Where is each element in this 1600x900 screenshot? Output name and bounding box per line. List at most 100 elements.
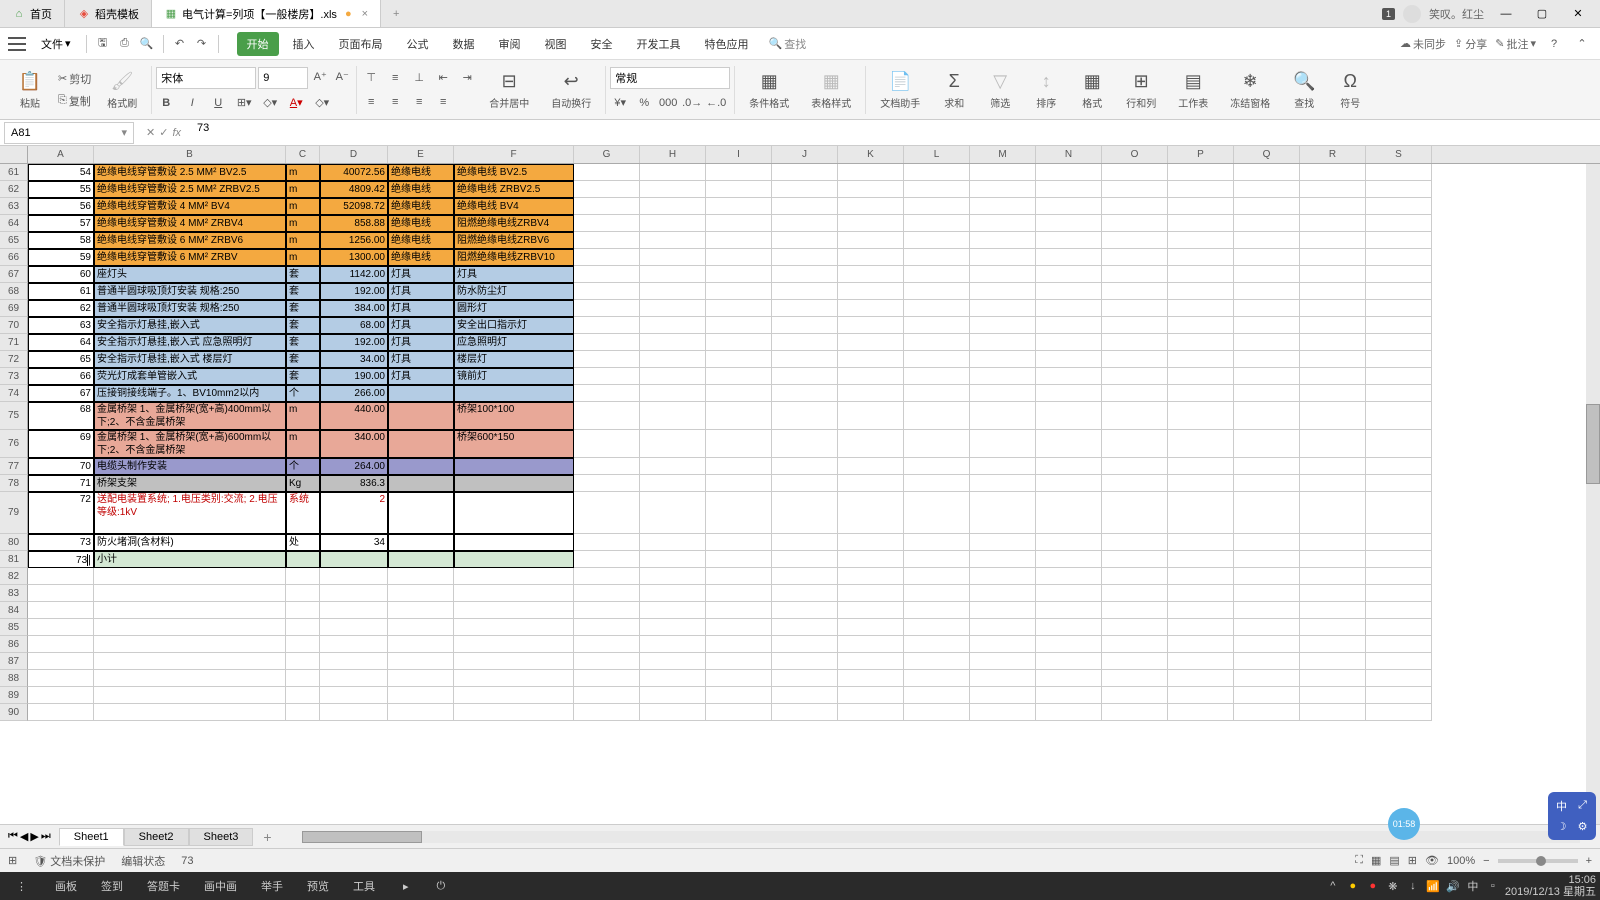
cell[interactable] <box>772 619 838 636</box>
cell[interactable] <box>28 670 94 687</box>
cell[interactable] <box>1036 602 1102 619</box>
rowcol-button[interactable]: ⊞行和列 <box>1122 67 1160 112</box>
cell[interactable]: 192.00 <box>320 283 388 300</box>
cell[interactable] <box>1300 334 1366 351</box>
cell[interactable]: 送配电装置系统; 1.电压类别:交流; 2.电压等级:1kV <box>94 492 286 534</box>
cell[interactable] <box>1234 198 1300 215</box>
cell[interactable] <box>1036 368 1102 385</box>
freeze-button[interactable]: ❄冻结窗格 <box>1226 67 1274 112</box>
cell[interactable]: 绝缘电线 <box>388 164 454 181</box>
cell[interactable] <box>838 636 904 653</box>
bb-item[interactable]: 举手 <box>249 874 295 898</box>
cell[interactable] <box>772 385 838 402</box>
cell[interactable] <box>574 568 640 585</box>
bb-power-icon[interactable]: ⏻ <box>425 876 458 897</box>
cell[interactable] <box>640 619 706 636</box>
cell[interactable] <box>904 636 970 653</box>
cell[interactable] <box>574 687 640 704</box>
cell[interactable] <box>1366 534 1432 551</box>
cell[interactable] <box>1036 670 1102 687</box>
cell[interactable] <box>388 585 454 602</box>
cell[interactable] <box>94 619 286 636</box>
cell[interactable] <box>574 317 640 334</box>
sheet-tab[interactable]: Sheet1 <box>59 828 124 846</box>
cell[interactable] <box>640 568 706 585</box>
minimize-button[interactable]: — <box>1492 4 1520 24</box>
cell[interactable] <box>574 619 640 636</box>
cell[interactable] <box>838 198 904 215</box>
cell[interactable] <box>1234 636 1300 653</box>
cell[interactable] <box>970 368 1036 385</box>
cell[interactable] <box>838 164 904 181</box>
cell[interactable] <box>1300 653 1366 670</box>
view-page-icon[interactable]: ▤ <box>1389 854 1399 867</box>
cell[interactable] <box>772 636 838 653</box>
cell[interactable]: 个 <box>286 458 320 475</box>
fx-icon[interactable]: fx <box>172 127 181 139</box>
cell[interactable] <box>1300 198 1366 215</box>
cell[interactable] <box>1234 232 1300 249</box>
cell[interactable] <box>1036 551 1102 568</box>
vertical-scrollbar[interactable] <box>1586 164 1600 824</box>
cell[interactable] <box>706 334 772 351</box>
cell[interactable] <box>904 602 970 619</box>
cell[interactable] <box>1036 198 1102 215</box>
row-header[interactable]: 80 <box>0 534 28 551</box>
cell[interactable] <box>772 402 838 430</box>
confirm-edit-icon[interactable]: ✓ <box>159 126 168 139</box>
cell[interactable] <box>1234 619 1300 636</box>
cell[interactable] <box>1366 492 1432 534</box>
cell[interactable] <box>94 568 286 585</box>
cell[interactable] <box>1168 704 1234 721</box>
cell[interactable] <box>1102 351 1168 368</box>
cell[interactable] <box>454 385 574 402</box>
cell[interactable] <box>574 368 640 385</box>
cell[interactable] <box>904 687 970 704</box>
cell[interactable] <box>320 551 388 568</box>
cell[interactable] <box>388 670 454 687</box>
cell[interactable] <box>1036 687 1102 704</box>
symbol-button[interactable]: Ω符号 <box>1334 67 1366 112</box>
col-header-E[interactable]: E <box>388 146 454 163</box>
cell[interactable] <box>28 636 94 653</box>
col-header-D[interactable]: D <box>320 146 388 163</box>
cell[interactable] <box>1036 653 1102 670</box>
cell[interactable] <box>970 283 1036 300</box>
sync-status[interactable]: ☁未同步 <box>1400 36 1446 52</box>
cell[interactable] <box>904 368 970 385</box>
bb-item[interactable]: 画板 <box>43 874 89 898</box>
cell[interactable] <box>706 215 772 232</box>
cell[interactable] <box>1036 232 1102 249</box>
increase-font-icon[interactable]: A⁺ <box>310 67 330 87</box>
align-top-icon[interactable]: ⊤ <box>361 68 381 88</box>
cell[interactable]: 1142.00 <box>320 266 388 283</box>
cell[interactable]: 绝缘电线穿管敷设 4 MM² BV4 <box>94 198 286 215</box>
cell[interactable] <box>1366 164 1432 181</box>
cancel-edit-icon[interactable]: ✕ <box>146 126 155 139</box>
cell[interactable] <box>904 568 970 585</box>
cell[interactable] <box>970 568 1036 585</box>
cell[interactable]: 52098.72 <box>320 198 388 215</box>
cell[interactable]: m <box>286 198 320 215</box>
cell[interactable] <box>838 670 904 687</box>
cell[interactable] <box>904 402 970 430</box>
cell[interactable] <box>1036 266 1102 283</box>
cell[interactable] <box>1102 283 1168 300</box>
cell[interactable] <box>1300 619 1366 636</box>
cell[interactable] <box>1300 568 1366 585</box>
cell[interactable] <box>640 181 706 198</box>
cell[interactable] <box>838 534 904 551</box>
cell[interactable]: 个 <box>286 385 320 402</box>
file-menu[interactable]: 文件▾ <box>32 31 80 57</box>
cell[interactable] <box>1234 430 1300 458</box>
cell[interactable] <box>706 475 772 492</box>
cell[interactable]: 防火堵洞(含材料) <box>94 534 286 551</box>
help-icon[interactable]: ? <box>1544 34 1564 54</box>
cell[interactable]: 安全指示灯悬挂,嵌入式 楼层灯 <box>94 351 286 368</box>
cell[interactable]: 57 <box>28 215 94 232</box>
cell[interactable] <box>1366 368 1432 385</box>
cell[interactable]: m <box>286 181 320 198</box>
cell[interactable] <box>1366 458 1432 475</box>
cell[interactable] <box>1168 164 1234 181</box>
grid-icon[interactable]: ⊞ <box>8 854 17 867</box>
